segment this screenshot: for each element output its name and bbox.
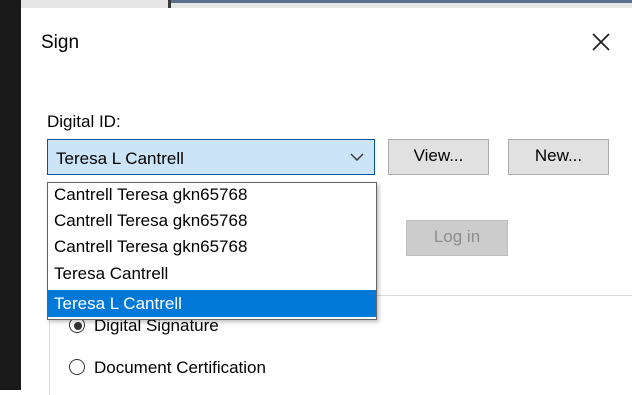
close-button[interactable] bbox=[587, 28, 615, 56]
new-button[interactable]: New... bbox=[508, 139, 609, 175]
background-window-edge bbox=[0, 0, 21, 390]
background-window-top bbox=[21, 0, 632, 8]
radio-empty-icon bbox=[69, 359, 85, 375]
chevron-down-icon bbox=[350, 153, 364, 161]
view-button[interactable]: View... bbox=[388, 139, 489, 175]
digital-id-dropdown-list: Cantrell Teresa gkn65768 Cantrell Teresa… bbox=[47, 182, 377, 320]
dropdown-option[interactable]: Cantrell Teresa gkn65768 bbox=[48, 210, 376, 232]
digital-id-label: Digital ID: bbox=[47, 112, 121, 131]
document-certification-label: Document Certification bbox=[94, 358, 266, 377]
login-button: Log in bbox=[406, 220, 508, 256]
dropdown-option[interactable]: Cantrell Teresa gkn65768 bbox=[48, 236, 376, 258]
sign-dialog: Sign Digital ID: Teresa L Cantrell View.… bbox=[21, 8, 632, 395]
digital-id-select[interactable]: Teresa L Cantrell bbox=[47, 139, 375, 175]
background-titlebar-accent bbox=[171, 0, 632, 3]
dropdown-option-selected[interactable]: Teresa L Cantrell bbox=[48, 290, 376, 317]
digital-id-selected-value: Teresa L Cantrell bbox=[56, 149, 184, 168]
dropdown-option[interactable]: Cantrell Teresa gkn65768 bbox=[48, 184, 376, 206]
dropdown-option[interactable]: Teresa Cantrell bbox=[48, 263, 376, 285]
close-icon bbox=[592, 33, 610, 51]
dialog-title: Sign bbox=[41, 32, 80, 53]
